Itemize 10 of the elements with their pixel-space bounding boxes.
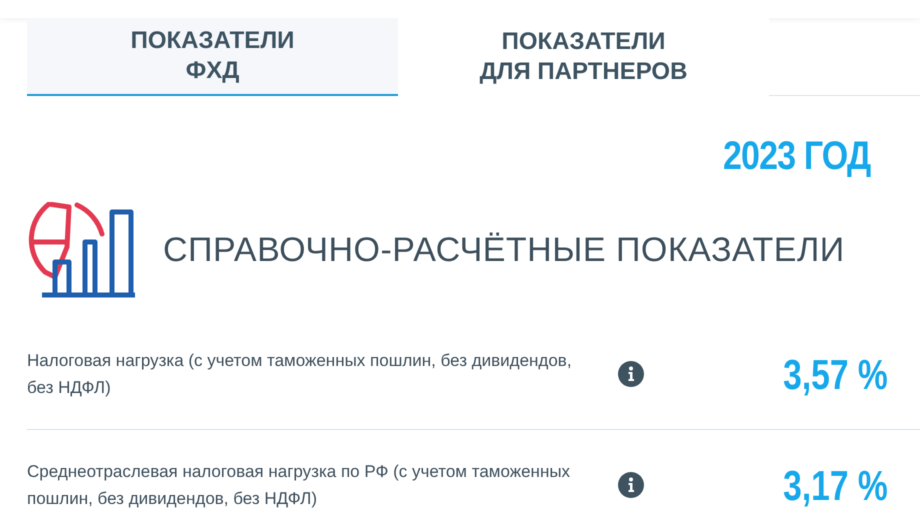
indicator-value: 3,17 % [783, 460, 888, 510]
year-heading: 2023 ГОД [722, 133, 870, 180]
tab[interactable]: ПОКАЗАТЕЛИ ФХД [27, 18, 398, 96]
indicator-value: 3,57 % [783, 350, 888, 400]
pie-bar-chart-icon [27, 202, 135, 299]
info-icon[interactable] [618, 472, 644, 498]
indicator-label: Среднеотраслевая налоговая нагрузка по РФ (с учетом таможенных пошлин, без дивидендов, без НДФЛ) [27, 461, 572, 510]
section-heading: СПРАВОЧНО-РАСЧЁТНЫЕ ПОКАЗАТЕЛИ [163, 230, 845, 271]
info-icon[interactable] [618, 361, 644, 387]
indicator-label: Налоговая нагрузка (с учетом таможенных пошлин, без дивидендов, без НДФЛ) [27, 350, 573, 399]
